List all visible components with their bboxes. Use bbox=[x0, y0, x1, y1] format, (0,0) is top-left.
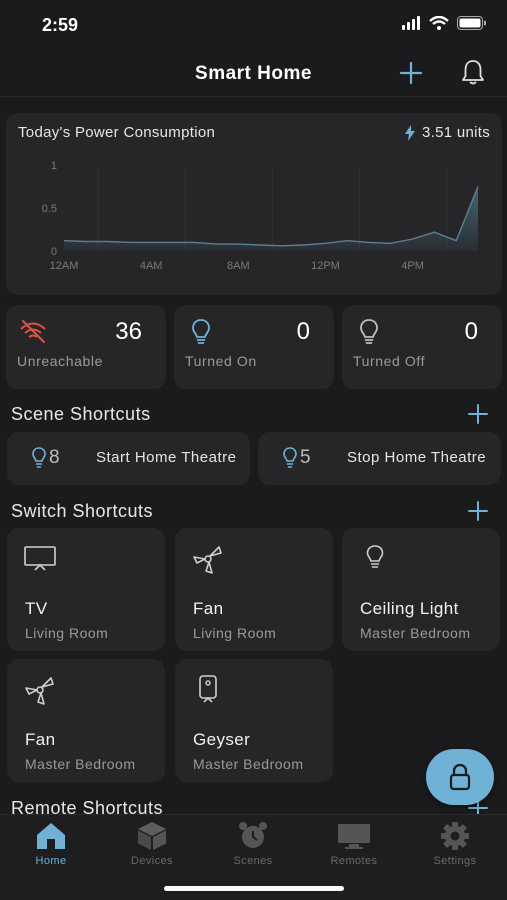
tab-label: Devices bbox=[131, 855, 173, 867]
battery-icon bbox=[457, 16, 486, 30]
home-indicator bbox=[164, 886, 344, 891]
switch-name: TV bbox=[25, 599, 48, 618]
header-divider bbox=[0, 96, 507, 97]
chart-ytick: 0.5 bbox=[42, 203, 57, 215]
status-time: 2:59 bbox=[42, 15, 79, 35]
switch-room: Living Room bbox=[25, 625, 109, 641]
chart-ytick: 0 bbox=[51, 246, 57, 258]
chart-xtick: 8AM bbox=[227, 260, 250, 272]
switch-shortcuts-title: Switch Shortcuts bbox=[11, 501, 154, 521]
scene-device-count: 8 bbox=[49, 447, 60, 468]
stat-turned-on[interactable]: 0 Turned On bbox=[174, 305, 334, 389]
bulb-icon bbox=[32, 447, 46, 468]
tab-label: Home bbox=[35, 855, 67, 867]
lock-icon bbox=[449, 763, 471, 791]
gear-icon bbox=[441, 822, 469, 850]
switch-room: Master Bedroom bbox=[360, 625, 471, 641]
page-title: Smart Home bbox=[195, 63, 312, 84]
no-wifi-icon bbox=[20, 320, 46, 343]
fan-icon bbox=[193, 546, 222, 574]
home-icon bbox=[37, 823, 65, 849]
alarm-clock-icon bbox=[239, 822, 267, 848]
switch-room: Master Bedroom bbox=[193, 756, 304, 772]
switch-shortcut[interactable]: Fan Living Room bbox=[175, 528, 333, 651]
geyser-icon bbox=[199, 675, 217, 703]
tab-label: Remotes bbox=[330, 855, 378, 867]
tab-remotes[interactable]: Remotes bbox=[309, 821, 399, 867]
chart-xtick: 4AM bbox=[140, 260, 163, 272]
power-value-text: 3.51 units bbox=[421, 124, 490, 141]
add-scene-icon[interactable] bbox=[466, 402, 490, 426]
switch-name: Ceiling Light bbox=[360, 599, 459, 618]
chart-ytick: 1 bbox=[51, 160, 57, 172]
chart-xtick: 4PM bbox=[401, 260, 424, 272]
chart-xtick: 12PM bbox=[311, 260, 340, 272]
scene-device-count: 5 bbox=[300, 447, 311, 468]
power-consumption-card[interactable]: Today's Power Consumption 3.51 units 1 0.… bbox=[6, 113, 502, 295]
tab-devices[interactable]: Devices bbox=[107, 821, 197, 867]
tab-settings[interactable]: Settings bbox=[410, 821, 500, 867]
tab-home[interactable]: Home bbox=[6, 821, 96, 867]
switch-room: Master Bedroom bbox=[25, 756, 136, 772]
stat-label: Turned On bbox=[185, 353, 257, 369]
scene-shortcut[interactable]: 8 Start Home Theatre bbox=[7, 432, 250, 485]
monitor-icon bbox=[338, 824, 370, 849]
switch-name: Geyser bbox=[193, 730, 251, 749]
switch-name: Fan bbox=[193, 599, 224, 618]
stat-turned-off[interactable]: 0 Turned Off bbox=[342, 305, 502, 389]
stat-label: Unreachable bbox=[17, 353, 103, 369]
tab-scenes[interactable]: Scenes bbox=[208, 821, 298, 867]
power-chart: 1 0.5 0 12AM 4AM 8AM 12PM 4PM bbox=[42, 160, 479, 272]
lock-button[interactable] bbox=[426, 749, 494, 805]
stat-count: 0 bbox=[464, 318, 478, 345]
stat-count: 36 bbox=[115, 318, 142, 345]
chart-xtick: 12AM bbox=[50, 260, 79, 272]
add-icon[interactable] bbox=[396, 58, 426, 88]
power-title: Today's Power Consumption bbox=[18, 124, 216, 141]
switch-room: Living Room bbox=[193, 625, 277, 641]
chart-line bbox=[63, 186, 479, 247]
cube-icon bbox=[138, 822, 166, 850]
scene-name: Stop Home Theatre bbox=[347, 449, 487, 466]
lightning-icon bbox=[404, 124, 415, 141]
stat-unreachable[interactable]: 36 Unreachable bbox=[6, 305, 166, 389]
tab-label: Settings bbox=[433, 855, 477, 867]
header: Smart Home bbox=[0, 50, 507, 96]
add-switch-icon[interactable] bbox=[466, 499, 490, 523]
bulb-icon bbox=[366, 545, 384, 568]
scene-name: Start Home Theatre bbox=[96, 449, 237, 466]
switch-name: Fan bbox=[25, 730, 56, 749]
switch-shortcut[interactable]: TV Living Room bbox=[7, 528, 165, 651]
stat-label: Turned Off bbox=[353, 353, 426, 369]
switch-shortcut[interactable]: Fan Master Bedroom bbox=[7, 659, 165, 782]
tab-label: Scenes bbox=[233, 855, 273, 867]
chart-area bbox=[64, 186, 478, 251]
bulb-icon bbox=[283, 447, 297, 468]
power-value: 3.51 units bbox=[404, 124, 490, 141]
bell-icon[interactable] bbox=[458, 57, 488, 87]
bulb-on-icon bbox=[192, 319, 210, 344]
fan-icon bbox=[25, 677, 54, 705]
switch-shortcut[interactable]: Ceiling Light Master Bedroom bbox=[342, 528, 500, 651]
scene-shortcut[interactable]: 5 Stop Home Theatre bbox=[258, 432, 501, 485]
scene-shortcuts-title: Scene Shortcuts bbox=[11, 404, 151, 424]
wifi-icon bbox=[429, 16, 449, 30]
tv-icon bbox=[24, 546, 56, 571]
signal-icon bbox=[402, 16, 420, 30]
bulb-off-icon bbox=[360, 319, 378, 344]
status-bar: 2:59 bbox=[0, 0, 507, 50]
switch-shortcut[interactable]: Geyser Master Bedroom bbox=[175, 659, 333, 782]
stat-count: 0 bbox=[296, 318, 310, 345]
